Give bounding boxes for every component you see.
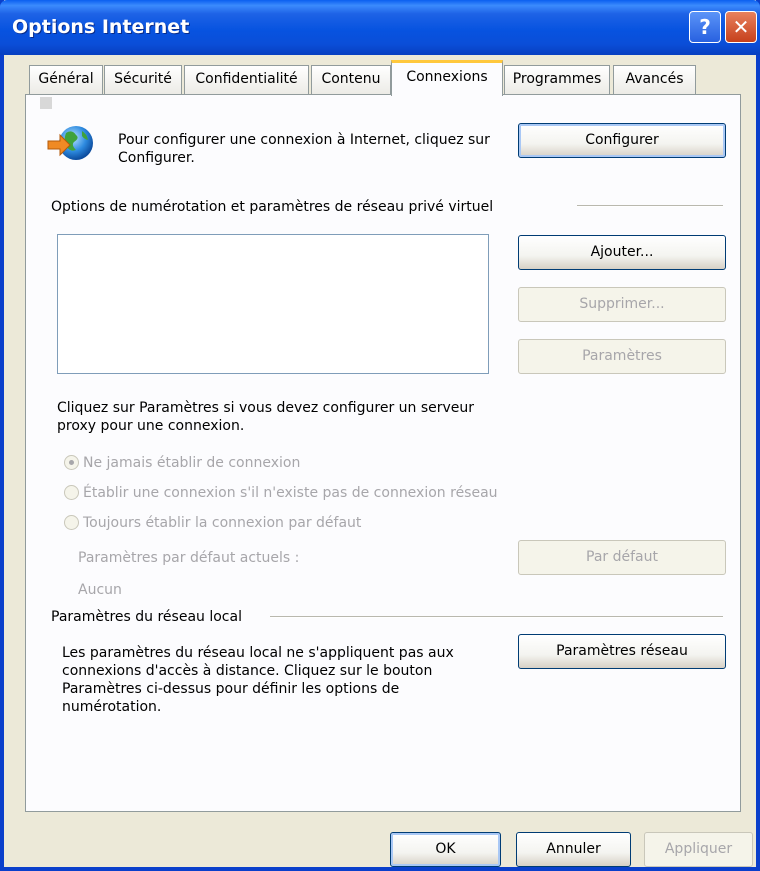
tab-contenu[interactable]: Contenu	[311, 65, 391, 94]
appliquer-button[interactable]: Appliquer	[644, 832, 753, 867]
tab-confidentialite[interactable]: Confidentialité	[184, 65, 309, 94]
ajouter-button[interactable]: Ajouter...	[518, 235, 726, 270]
connections-listbox[interactable]	[57, 234, 489, 374]
radio-never-label[interactable]: Ne jamais établir de connexion	[83, 454, 300, 472]
parametres-button[interactable]: Paramètres	[518, 339, 726, 374]
current-default-label: Paramètres par défaut actuels :	[78, 550, 300, 566]
radio-when-no-network[interactable]	[64, 485, 79, 500]
network-globe-icon	[47, 126, 93, 160]
parametres-reseau-button[interactable]: Paramètres réseau	[518, 634, 726, 669]
supprimer-button[interactable]: Supprimer...	[518, 287, 726, 322]
tab-avances[interactable]: Avancés	[613, 65, 696, 94]
tab-general[interactable]: Général	[29, 65, 103, 94]
radio-always[interactable]	[64, 515, 79, 530]
help-button[interactable]: ?	[689, 11, 721, 43]
ok-button[interactable]: OK	[390, 832, 501, 867]
panel-grip	[40, 97, 52, 109]
title-bar[interactable]: Options Internet ? ✕	[0, 0, 760, 55]
proxy-text: Cliquez sur Paramètres si vous devez con…	[57, 400, 475, 434]
tab-securite[interactable]: Sécurité	[104, 65, 182, 94]
annuler-button[interactable]: Annuler	[516, 832, 631, 867]
options-internet-window: Options Internet ? ✕ Général Sécurité Co…	[0, 0, 760, 871]
lan-heading: Paramètres du réseau local	[51, 609, 242, 625]
lan-separator	[270, 616, 723, 618]
window-title: Options Internet	[12, 16, 190, 38]
lan-text: Les paramètres du réseau local ne s'appl…	[62, 645, 454, 715]
dialup-separator	[577, 205, 723, 207]
par-defaut-button[interactable]: Par défaut	[518, 540, 726, 575]
radio-selected-dot	[69, 460, 74, 465]
close-icon: ✕	[732, 15, 750, 39]
tab-connexions[interactable]: Connexions	[391, 60, 503, 96]
current-default-value: Aucun	[78, 582, 122, 598]
close-button[interactable]: ✕	[725, 11, 757, 43]
setup-text: Pour configurer une connexion à Internet…	[118, 132, 490, 166]
radio-always-label[interactable]: Toujours établir la connexion par défaut	[83, 514, 361, 532]
tab-programmes[interactable]: Programmes	[504, 65, 610, 94]
radio-when-no-network-label[interactable]: Établir une connexion s'il n'existe pas …	[83, 484, 498, 502]
question-mark-icon: ?	[699, 15, 711, 39]
dialup-heading: Options de numérotation et paramètres de…	[51, 199, 494, 215]
radio-never[interactable]	[64, 455, 79, 470]
configurer-button[interactable]: Configurer	[518, 123, 726, 158]
